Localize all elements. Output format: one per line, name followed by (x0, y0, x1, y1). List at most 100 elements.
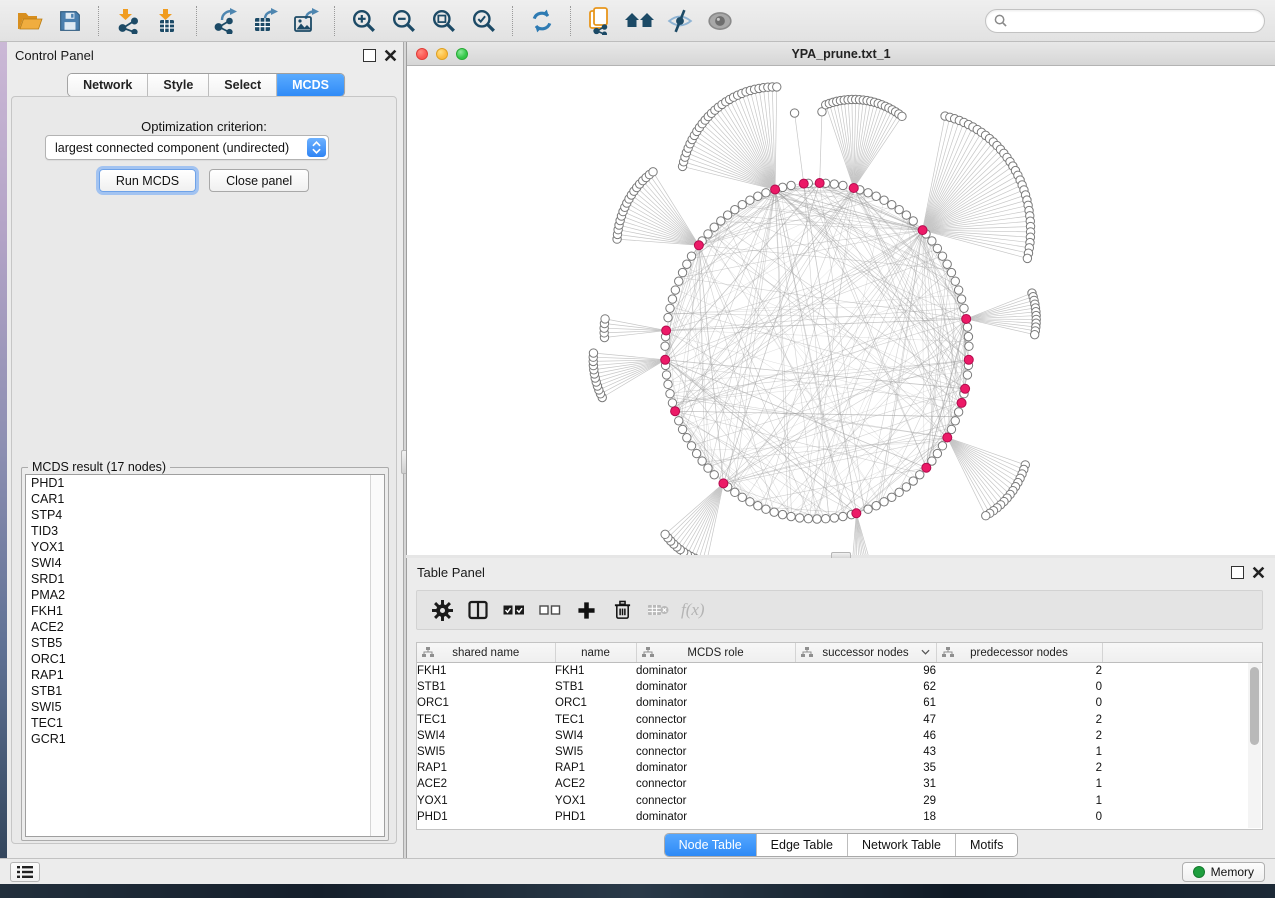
show-column-button[interactable] (463, 595, 493, 625)
column-header-predecessor-nodes[interactable]: predecessor nodes (936, 643, 1102, 663)
mcds-result-item[interactable]: STB1 (26, 683, 384, 699)
show-all-button[interactable] (703, 5, 737, 37)
table-scrollbar-thumb[interactable] (1250, 667, 1259, 745)
open-file-button[interactable] (13, 5, 47, 37)
mcds-list-scrollbar[interactable] (370, 475, 384, 836)
table-cell: connector (636, 793, 795, 809)
optimization-criterion-value: largest connected component (undirected) (46, 141, 307, 155)
table-row[interactable]: RAP1RAP1dominator352 (417, 760, 1262, 776)
mcds-result-item[interactable]: RAP1 (26, 667, 384, 683)
table-row[interactable]: SWI5SWI5connector431 (417, 744, 1262, 760)
export-network-button[interactable] (209, 5, 243, 37)
hide-selection-button[interactable] (663, 5, 697, 37)
refresh-icon (530, 9, 554, 33)
float-panel-icon[interactable] (363, 49, 376, 62)
minimize-window-icon[interactable] (436, 48, 448, 60)
export-table-button[interactable] (249, 5, 283, 37)
mcds-result-list: PHD1CAR1STP4TID3YOX1SWI4SRD1PMA2FKH1ACE2… (25, 474, 385, 837)
table-row[interactable]: ORC1ORC1dominator610 (417, 695, 1262, 711)
mcds-result-item[interactable]: GCR1 (26, 731, 384, 747)
tab-select[interactable]: Select (209, 74, 277, 96)
import-network-button[interactable] (111, 5, 145, 37)
table-row[interactable]: STB1STB1dominator620 (417, 679, 1262, 695)
delete-table-button-disabled[interactable] (643, 595, 673, 625)
table-cell: dominator (636, 663, 795, 680)
unselect-all-columns-button[interactable] (535, 595, 565, 625)
run-mcds-button[interactable]: Run MCDS (99, 169, 196, 192)
table-cell: SWI5 (555, 744, 636, 760)
mcds-result-item[interactable]: TEC1 (26, 715, 384, 731)
mcds-result-item[interactable]: FKH1 (26, 603, 384, 619)
search-icon (994, 14, 1007, 27)
search-input[interactable] (1012, 13, 1256, 29)
table-row[interactable]: FKH1FKH1dominator962 (417, 663, 1262, 680)
import-table-button[interactable] (151, 5, 185, 37)
close-panel-icon[interactable] (384, 49, 397, 62)
zoom-window-icon[interactable] (456, 48, 468, 60)
mcds-result-item[interactable]: PMA2 (26, 587, 384, 603)
float-table-panel-icon[interactable] (1231, 566, 1244, 579)
mcds-result-item[interactable]: STB5 (26, 635, 384, 651)
table-scrollbar[interactable] (1248, 663, 1261, 828)
tab-node-table[interactable]: Node Table (665, 834, 757, 856)
select-all-columns-button[interactable] (499, 595, 529, 625)
table-cell: FKH1 (417, 663, 555, 680)
first-neighbors-button[interactable] (623, 5, 657, 37)
zoom-fit-button[interactable] (427, 5, 461, 37)
tab-mcds[interactable]: MCDS (277, 74, 344, 96)
export-image-button[interactable] (289, 5, 323, 37)
mcds-result-item[interactable]: SWI5 (26, 699, 384, 715)
zoom-in-button[interactable] (347, 5, 381, 37)
column-header-MCDS-role[interactable]: MCDS role (636, 643, 795, 663)
table-row[interactable]: YOX1YOX1connector291 (417, 793, 1262, 809)
mcds-result-item[interactable]: SRD1 (26, 571, 384, 587)
column-header-name[interactable]: name (555, 643, 636, 663)
close-panel-button[interactable]: Close panel (209, 169, 309, 192)
table-cell: STB1 (555, 679, 636, 695)
mcds-result-item[interactable]: SWI4 (26, 555, 384, 571)
delete-table-icon (647, 602, 669, 618)
column-header-shared-name[interactable]: shared name (417, 643, 555, 663)
zoom-selected-button[interactable] (467, 5, 501, 37)
function-builder-icon[interactable]: f(x) (681, 600, 705, 620)
desktop-wallpaper-left (0, 42, 7, 884)
new-network-from-selection-button[interactable] (583, 5, 617, 37)
mcds-result-title: MCDS result (17 nodes) (28, 460, 170, 474)
tab-edge-table[interactable]: Edge Table (757, 834, 848, 856)
save-session-button[interactable] (53, 5, 87, 37)
table-row[interactable]: TEC1TEC1connector472 (417, 712, 1262, 728)
mcds-result-item[interactable]: YOX1 (26, 539, 384, 555)
memory-button[interactable]: Memory (1182, 862, 1265, 882)
delete-column-button[interactable] (607, 595, 637, 625)
refresh-view-button[interactable] (525, 5, 559, 37)
mcds-result-item[interactable]: STP4 (26, 507, 384, 523)
table-panel-titlebar: Table Panel (407, 558, 1275, 586)
column-header-successor-nodes[interactable]: successor nodes (795, 643, 936, 663)
table-row[interactable]: SWI4SWI4dominator462 (417, 728, 1262, 744)
close-window-icon[interactable] (416, 48, 428, 60)
table-row[interactable]: PHD1PHD1dominator180 (417, 809, 1262, 825)
mcds-result-item[interactable]: ORC1 (26, 651, 384, 667)
tab-network[interactable]: Network (68, 74, 148, 96)
mcds-result-item[interactable]: ACE2 (26, 619, 384, 635)
task-history-button[interactable] (10, 862, 40, 882)
optimization-criterion-select[interactable]: largest connected component (undirected) (45, 135, 329, 160)
create-column-button[interactable] (571, 595, 601, 625)
mcds-result-item[interactable]: TID3 (26, 523, 384, 539)
network-window-titlebar[interactable]: YPA_prune.txt_1 (407, 42, 1275, 66)
mcds-result-item[interactable]: CAR1 (26, 491, 384, 507)
mcds-result-item[interactable]: PHD1 (26, 475, 384, 491)
tab-network-table[interactable]: Network Table (848, 834, 956, 856)
network-canvas[interactable] (407, 66, 1275, 555)
zoom-out-button[interactable] (387, 5, 421, 37)
table-row[interactable]: ACE2ACE2connector311 (417, 776, 1262, 792)
network-graph[interactable] (407, 66, 1274, 555)
tab-motifs[interactable]: Motifs (956, 834, 1017, 856)
toolbar-separator (196, 6, 198, 36)
table-settings-button[interactable] (427, 595, 457, 625)
tab-style[interactable]: Style (148, 74, 209, 96)
close-table-panel-icon[interactable] (1252, 566, 1265, 579)
table-cell: connector (636, 712, 795, 728)
sort-desc-icon (921, 649, 930, 655)
eye-slash-icon (667, 9, 693, 33)
